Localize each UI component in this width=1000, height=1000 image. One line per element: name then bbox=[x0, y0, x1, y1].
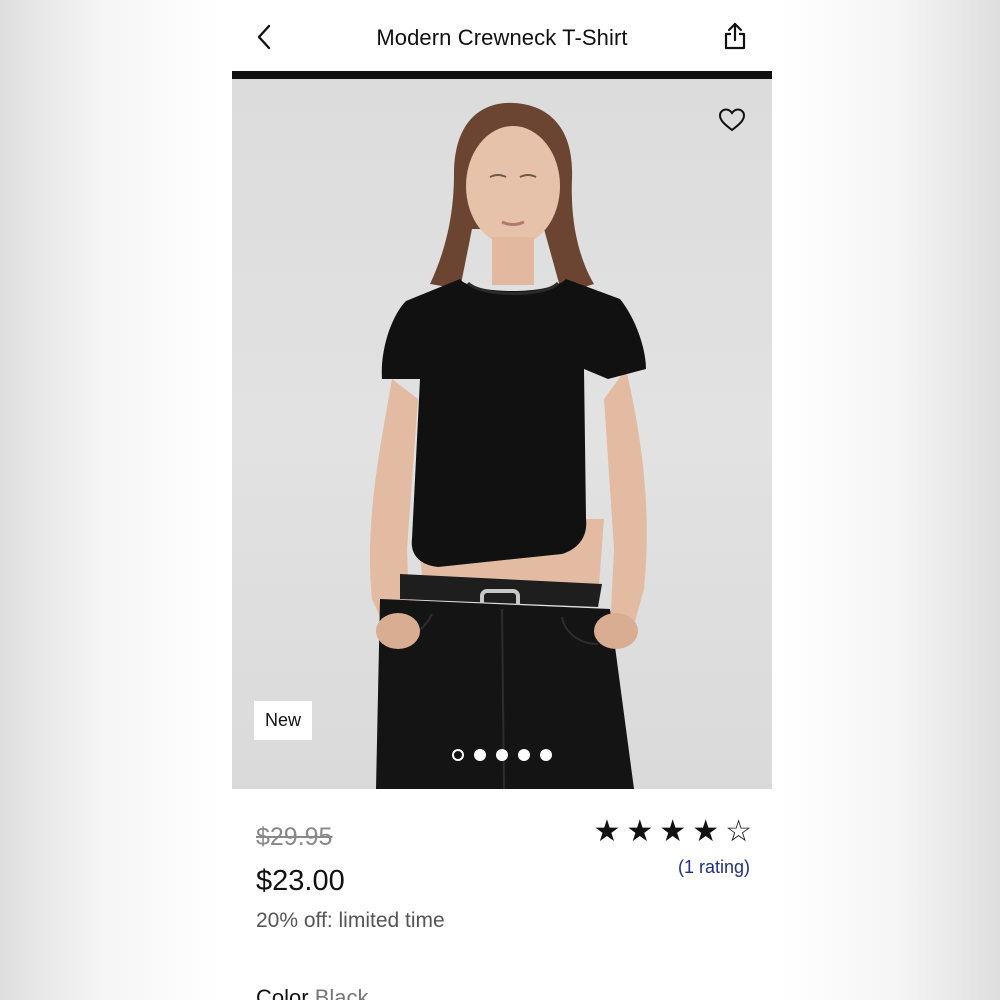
new-badge: New bbox=[254, 701, 313, 740]
promo-text: 20% off: limited time bbox=[256, 909, 445, 932]
header-divider bbox=[232, 71, 772, 79]
star-filled-icon: ★ bbox=[593, 815, 621, 848]
color-value: Black bbox=[314, 985, 369, 1000]
carousel-dot[interactable] bbox=[452, 749, 464, 761]
share-button[interactable] bbox=[720, 20, 750, 52]
carousel-dot[interactable] bbox=[540, 749, 552, 761]
star-filled-icon: ★ bbox=[692, 815, 720, 848]
star-filled-icon: ★ bbox=[659, 815, 687, 848]
carousel-dot[interactable] bbox=[518, 749, 530, 761]
model-photo bbox=[370, 102, 647, 789]
chevron-left-icon bbox=[257, 24, 271, 50]
carousel-dot[interactable] bbox=[496, 749, 508, 761]
back-button[interactable] bbox=[250, 22, 278, 52]
carousel-dot[interactable] bbox=[474, 749, 486, 761]
color-label: Color bbox=[256, 985, 309, 1000]
page-title: Modern Crewneck T-Shirt bbox=[376, 25, 628, 50]
share-icon bbox=[724, 22, 746, 50]
rating-count-link[interactable]: (1 rating) bbox=[678, 857, 750, 878]
star-filled-icon: ★ bbox=[626, 815, 654, 848]
carousel-indicator bbox=[452, 749, 552, 761]
product-screen: Modern Crewneck T-Shirt New $29.95 $23.0… bbox=[232, 0, 772, 1000]
product-image[interactable]: New bbox=[232, 79, 772, 789]
color-selector-label: Color Black bbox=[256, 985, 369, 1000]
star-rating[interactable]: ★ ★ ★ ★ ☆ bbox=[593, 817, 752, 847]
product-info: $29.95 $23.00 20% off: limited time ★ ★ … bbox=[232, 789, 772, 1000]
top-bar: Modern Crewneck T-Shirt bbox=[232, 0, 772, 72]
heart-outline-icon[interactable] bbox=[718, 107, 746, 133]
original-price: $29.95 bbox=[256, 823, 333, 851]
sale-price: $23.00 bbox=[256, 865, 345, 897]
star-empty-icon: ☆ bbox=[725, 815, 752, 848]
